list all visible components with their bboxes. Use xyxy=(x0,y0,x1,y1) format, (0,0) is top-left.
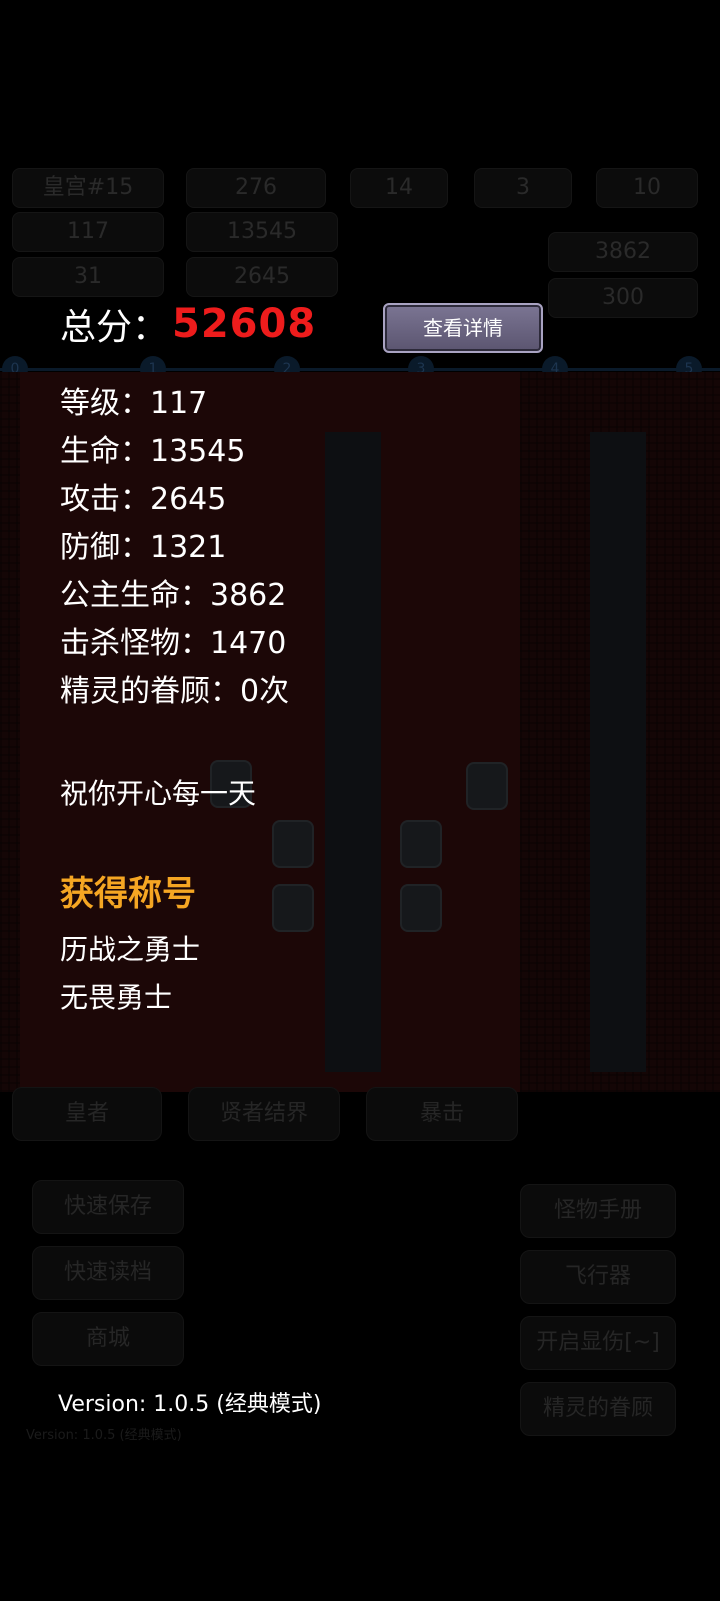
bg-key-blue: 3 xyxy=(474,168,572,208)
title-item: 无畏勇士 xyxy=(60,981,173,1014)
bg-gold: 276 xyxy=(186,168,326,208)
view-details-button[interactable]: 查看详情 xyxy=(383,303,543,353)
bg-btn-critical: 暴击 xyxy=(366,1087,518,1141)
title-item: 历战之勇士 xyxy=(60,933,201,966)
bg-barrel xyxy=(466,762,508,810)
bg-btn-quick-save: 快速保存 xyxy=(32,1180,184,1234)
bg-btn-barrier: 贤者结界 xyxy=(188,1087,340,1141)
bg-btn-monster-book: 怪物手册 xyxy=(520,1184,676,1238)
stat-kills: 击杀怪物：1470 xyxy=(60,626,287,661)
stat-level: 等级：117 xyxy=(60,386,208,421)
bg-floor-track xyxy=(0,368,720,371)
bg-version-text: Version: 1.0.5 (经典模式) xyxy=(26,1428,182,1443)
bg-btn-show-damage: 开启显伤[~] xyxy=(520,1316,676,1370)
stat-attack: 攻击：2645 xyxy=(60,482,227,517)
bg-barrel xyxy=(272,820,314,868)
bg-barrel xyxy=(272,884,314,932)
stat-princess-hp: 公主生命：3862 xyxy=(60,578,287,613)
bg-pillar xyxy=(590,432,646,1072)
version-text: Version: 1.0.5 (经典模式) xyxy=(58,1392,322,1417)
bg-key-red: 10 xyxy=(596,168,698,208)
bg-pillar xyxy=(325,432,381,1072)
bg-barrel xyxy=(400,820,442,868)
stat-spirit-favor: 精灵的眷顾：0次 xyxy=(60,674,290,709)
bg-barrel xyxy=(400,884,442,932)
bg-princess-hp: 3862 xyxy=(548,232,698,272)
wish-message: 祝你开心每一天 xyxy=(60,777,257,810)
bg-level: 117 xyxy=(12,212,164,252)
total-score-value: 52608 xyxy=(172,301,317,347)
stat-defense: 防御：1321 xyxy=(60,530,227,565)
total-score-row: 总分： 52608 xyxy=(60,296,316,352)
bg-floor-name: 皇宫#15 xyxy=(12,168,164,208)
total-score-label: 总分： xyxy=(60,307,169,348)
titles-header: 获得称号 xyxy=(60,874,196,914)
titles-list: 历战之勇士 无畏勇士 xyxy=(60,926,200,1022)
bg-exp: 31 xyxy=(12,257,164,297)
bg-btn-quick-load: 快速读档 xyxy=(32,1246,184,1300)
stats-list: 等级：117 生命：13545 攻击：2645 防御：1321 公主生命：386… xyxy=(60,380,289,716)
bg-btn-emperor: 皇者 xyxy=(12,1087,162,1141)
bg-hp: 13545 xyxy=(186,212,338,252)
bg-defense: 300 xyxy=(548,278,698,318)
bg-btn-flyer: 飞行器 xyxy=(520,1250,676,1304)
stat-hp: 生命：13545 xyxy=(60,434,246,469)
bg-attack: 2645 xyxy=(186,257,338,297)
bg-btn-shop: 商城 xyxy=(32,1312,184,1366)
bg-btn-spirit: 精灵的眷顾 xyxy=(520,1382,676,1436)
bg-key-yellow: 14 xyxy=(350,168,448,208)
